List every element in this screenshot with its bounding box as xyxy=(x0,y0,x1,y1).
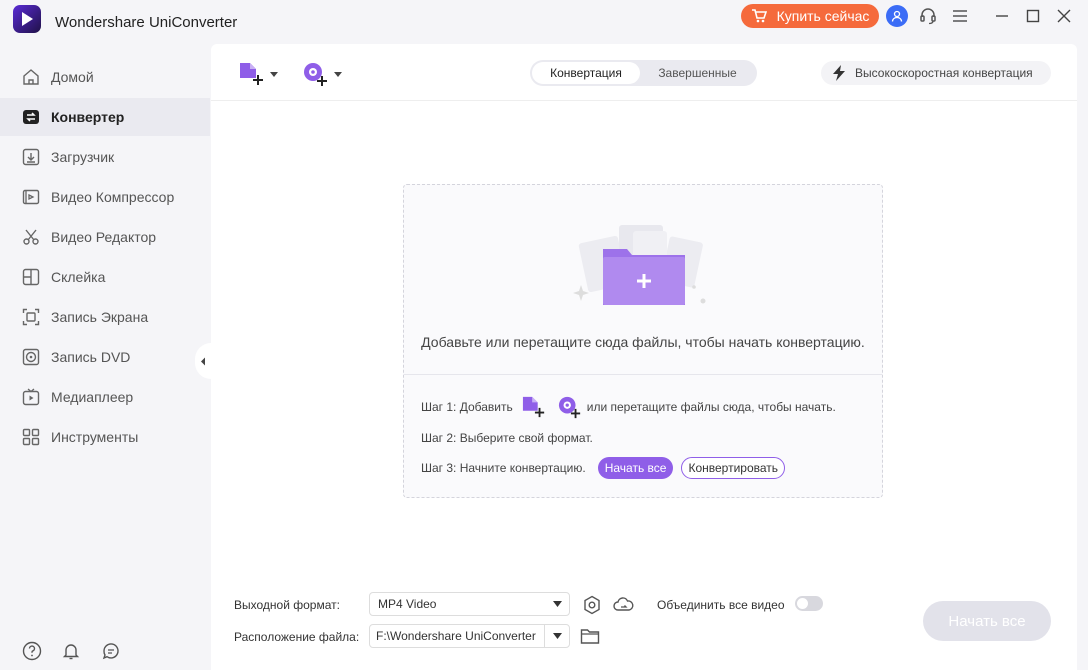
player-icon xyxy=(22,388,40,406)
output-format-value: MP4 Video xyxy=(378,597,437,611)
file-location-select[interactable]: F:\Wondershare UniConverter xyxy=(369,624,570,648)
sidebar-item-label: Запись DVD xyxy=(51,349,131,365)
folder-add-icon xyxy=(569,221,709,311)
converter-icon xyxy=(22,108,40,126)
sidebar-item-label: Медиаплеер xyxy=(51,389,134,405)
start-all-inline-button[interactable]: Начать все xyxy=(597,457,674,479)
step-3-text: Шаг 3: Начните конвертацию. xyxy=(421,461,586,475)
sidebar-item-label: Инструменты xyxy=(51,429,139,445)
buy-now-button[interactable]: Купить сейчас xyxy=(741,4,879,28)
sidebar-item-video-editor[interactable]: Видео Редактор xyxy=(0,218,210,256)
scissors-icon xyxy=(22,228,40,246)
maximize-icon[interactable] xyxy=(1023,6,1043,26)
screen-record-icon xyxy=(22,308,40,326)
step-2: Шаг 2: Выберите свой формат. xyxy=(421,431,593,445)
feedback-icon[interactable] xyxy=(101,641,121,661)
sidebar-item-merger[interactable]: Склейка xyxy=(0,258,210,296)
sidebar-item-tools[interactable]: Инструменты xyxy=(0,418,210,456)
add-dvd-icon[interactable] xyxy=(557,395,583,419)
sidebar-item-video-compressor[interactable]: Видео Компрессор xyxy=(0,178,210,216)
add-dvd-icon xyxy=(302,61,330,87)
home-icon xyxy=(22,68,40,86)
tab-finished[interactable]: Завершенные xyxy=(640,62,755,84)
chevron-down-icon xyxy=(334,71,342,77)
file-location-value: F:\Wondershare UniConverter xyxy=(376,629,536,643)
step-3: Шаг 3: Начните конвертацию. Начать все К… xyxy=(421,457,786,479)
add-file-icon[interactable] xyxy=(521,395,547,419)
help-icon[interactable] xyxy=(22,641,42,661)
high-speed-label: Высокоскоростная конвертация xyxy=(855,66,1033,80)
dvd-icon xyxy=(22,348,40,366)
app-logo-icon xyxy=(13,5,41,33)
close-icon[interactable] xyxy=(1054,6,1074,26)
tab-converting[interactable]: Конвертация xyxy=(532,62,640,84)
step-1-prefix: Шаг 1: Добавить xyxy=(421,400,513,414)
sidebar-item-label: Домой xyxy=(51,69,94,85)
convert-inline-button[interactable]: Конвертировать xyxy=(681,457,786,479)
start-all-button[interactable]: Начать все xyxy=(923,601,1051,641)
lightning-icon xyxy=(832,65,846,81)
step-2-text: Шаг 2: Выберите свой формат. xyxy=(421,431,593,445)
drop-zone-divider xyxy=(404,374,882,375)
download-icon xyxy=(22,148,40,166)
bottom-bar: Выходной формат: MP4 Video Объединить вс… xyxy=(211,580,1077,670)
cloud-convert-icon[interactable] xyxy=(612,595,634,615)
output-format-label: Выходной формат: xyxy=(234,598,340,612)
chevron-down-icon xyxy=(553,601,562,607)
drop-zone-message: Добавьте или перетащите сюда файлы, чтоб… xyxy=(421,334,865,350)
sidebar-item-media-player[interactable]: Медиаплеер xyxy=(0,378,210,416)
sidebar-item-downloader[interactable]: Загрузчик xyxy=(0,138,210,176)
title-bar: Wondershare UniConverter Купить сейчас xyxy=(0,0,1088,36)
conversion-tabs: Конвертация Завершенные xyxy=(530,60,757,86)
merge-videos-label: Объединить все видео xyxy=(657,598,785,612)
sidebar-item-label: Загрузчик xyxy=(51,149,115,165)
chevron-down-icon xyxy=(270,71,278,77)
notification-bell-icon[interactable] xyxy=(61,641,81,661)
sidebar-item-home[interactable]: Домой xyxy=(0,58,210,96)
sidebar-item-label: Видео Компрессор xyxy=(51,189,175,205)
sidebar-item-label: Склейка xyxy=(51,269,106,285)
file-location-label: Расположение файла: xyxy=(234,630,360,644)
drop-zone[interactable]: Добавьте или перетащите сюда файлы, чтоб… xyxy=(403,184,883,498)
account-avatar-icon[interactable] xyxy=(886,5,908,27)
toolbar-divider xyxy=(211,100,1077,101)
sidebar-item-label: Видео Редактор xyxy=(51,229,157,245)
support-headset-icon[interactable] xyxy=(918,6,938,26)
sidebar-item-label: Конвертер xyxy=(51,109,125,125)
tools-icon xyxy=(22,428,40,446)
main-panel: Конвертация Завершенные Высокоскоростная… xyxy=(211,44,1077,580)
high-speed-conversion-button[interactable]: Высокоскоростная конвертация xyxy=(821,61,1051,85)
add-files-button[interactable] xyxy=(238,61,278,87)
add-file-icon xyxy=(238,61,266,87)
chevron-down-icon xyxy=(553,633,562,639)
sidebar-item-label: Запись Экрана xyxy=(51,309,149,325)
sidebar-item-dvd-burner[interactable]: Запись DVD xyxy=(0,338,210,376)
app-title: Wondershare UniConverter xyxy=(55,14,238,31)
menu-icon[interactable] xyxy=(950,6,970,26)
buy-now-label: Купить сейчас xyxy=(776,8,870,24)
sidebar-item-screen-recorder[interactable]: Запись Экрана xyxy=(0,298,210,336)
folder-open-icon[interactable] xyxy=(580,627,600,645)
step-1: Шаг 1: Добавить или перетащите файлы сюд… xyxy=(421,395,836,419)
cart-icon xyxy=(751,9,767,23)
sidebar-item-converter[interactable]: Конвертер xyxy=(0,98,210,136)
format-settings-icon[interactable] xyxy=(582,595,602,615)
minimize-icon[interactable] xyxy=(992,6,1012,26)
merge-videos-toggle[interactable] xyxy=(795,596,823,611)
chevron-left-icon xyxy=(200,357,206,366)
select-divider xyxy=(544,625,545,647)
output-format-select[interactable]: MP4 Video xyxy=(369,592,570,616)
step-1-suffix: или перетащите файлы сюда, чтобы начать. xyxy=(586,400,836,414)
compress-icon xyxy=(22,188,40,206)
merge-icon xyxy=(22,268,40,286)
add-dvd-button[interactable] xyxy=(302,61,342,87)
